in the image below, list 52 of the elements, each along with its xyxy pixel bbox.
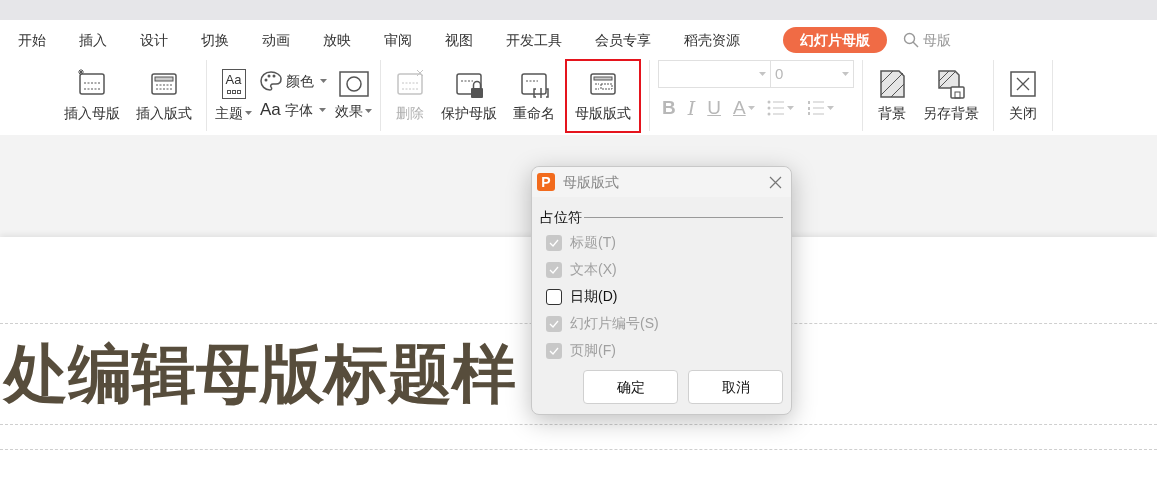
ribbon-tab[interactable]: 设计 [140,29,168,51]
dialog-button[interactable]: 确定 [583,370,678,404]
palette-icon [260,71,282,91]
ribbon-tab[interactable]: 开发工具 [506,29,562,51]
ribbon-tab[interactable]: 视图 [445,29,473,51]
checkmark-icon [549,238,559,247]
ribbon-tab[interactable]: 会员专享 [595,29,651,51]
ribbon-tab[interactable]: 放映 [323,29,351,51]
caret-icon [747,106,755,111]
color-button[interactable]: 颜色 [260,70,327,92]
caret-icon [842,72,849,76]
dialog-button[interactable]: 取消 [688,370,783,404]
ribbon-button[interactable]: 关闭 [1002,58,1044,133]
search-icon [903,32,919,48]
font-button[interactable]: Aa 字体 [260,99,327,121]
effect-button[interactable]: 效果 [335,58,372,133]
ribbon-tab[interactable]: 插入 [79,29,107,51]
caret-icon [320,79,327,83]
ribbon-tab[interactable]: 切换 [201,29,229,51]
ribbon-button[interactable]: 另存背景 [917,58,985,133]
ribbon-button[interactable]: 保护母版 [435,58,503,133]
caret-icon [759,72,766,76]
caret-icon [365,108,372,113]
placeholder-checkbox[interactable]: 日期(D) [546,283,783,310]
effect-icon [338,70,369,97]
bullet-list-icon [766,100,795,117]
caret-icon [245,110,252,115]
ribbon-tab[interactable]: 动画 [262,29,290,51]
ribbon-tab[interactable]: 审阅 [384,29,412,51]
close-button[interactable] [769,175,782,189]
slide-title: 处编辑母版标题样 [2,337,516,412]
ribbon-button[interactable]: 插入版式 [130,58,198,133]
theme-icon: Aa [221,68,246,99]
ribbon-button[interactable]: 母版版式 [565,58,641,133]
close-icon [1008,68,1038,99]
ribbon-tab[interactable]: 开始 [18,29,46,51]
checkmark-icon [549,346,559,355]
save-background-icon [936,68,966,99]
dialog-title: 母版版式 [563,172,619,192]
ribbon-button[interactable]: 背景 [871,58,913,133]
close-icon [769,175,782,189]
section-label: 占位符 [540,208,582,227]
ribbon-button[interactable]: 重命名 [507,58,561,133]
app-logo: P [537,173,555,191]
ribbon-button[interactable]: 插入母版 [58,58,126,133]
numbered-list-icon [806,100,835,117]
checkmark-icon [549,265,559,274]
checkmark-icon [549,319,559,328]
ribbon-tab[interactable]: 稻壳资源 [684,29,740,51]
caret-icon [318,108,326,112]
theme-button[interactable]: Aa 主题 [215,58,252,133]
background-icon [877,68,907,99]
